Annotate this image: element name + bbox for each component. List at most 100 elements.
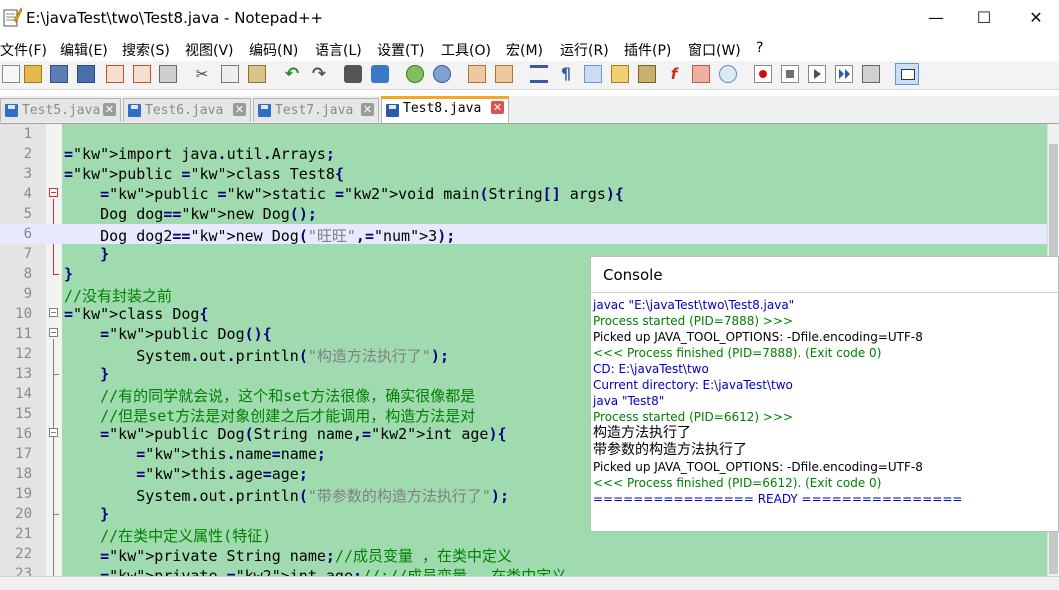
code-text: ="kw">public ="kw">static ="kw2">void ma… (100, 185, 624, 203)
tab-label: Test6.java (145, 103, 224, 118)
console-panel: Console javac "E:\javaTest\two\Test8.jav… (590, 256, 1059, 532)
save-all-icon[interactable] (77, 65, 95, 83)
tab-test5[interactable]: Test5.java ✕ (0, 98, 121, 122)
minimize-button[interactable]: — (913, 0, 959, 36)
stop-macro-icon[interactable] (781, 65, 799, 83)
tab-label: Test7.java (275, 103, 354, 118)
menu-plugins[interactable]: 插件(P) (624, 40, 671, 60)
close-button[interactable]: ✕ (1013, 0, 1059, 36)
console-title: Console (603, 266, 663, 284)
tab-close-icon[interactable]: ✕ (361, 103, 374, 116)
code-line[interactable]: 4 ="kw">public ="kw">static ="kw2">void … (0, 184, 1047, 204)
tab-test6[interactable]: Test6.java ✕ (123, 98, 251, 122)
redo-icon[interactable]: ↷ (310, 65, 328, 83)
tab-close-icon[interactable]: ✕ (233, 103, 246, 116)
tab-test8[interactable]: Test8.java ✕ (381, 96, 509, 123)
fold-toggle-icon[interactable] (49, 428, 58, 437)
menu-language[interactable]: 语言(L) (315, 40, 362, 60)
code-line[interactable]: 1 (0, 124, 1047, 144)
run-macro-multiple-icon[interactable] (835, 65, 853, 83)
word-wrap-icon[interactable] (530, 65, 548, 83)
tab-close-icon[interactable]: ✕ (103, 103, 116, 116)
maximize-button[interactable]: ☐ (961, 0, 1007, 36)
console-output[interactable]: javac "E:\javaTest\two\Test8.java" Proces… (593, 297, 1058, 507)
sync-vertical-icon[interactable] (468, 65, 486, 83)
menu-edit[interactable]: 编辑(E) (60, 40, 108, 60)
show-all-chars-icon[interactable]: ¶ (557, 65, 575, 83)
menu-macro[interactable]: 宏(M) (506, 40, 543, 60)
console-line: Picked up JAVA_TOOL_OPTIONS: -Dfile.enco… (593, 460, 923, 474)
print-icon[interactable] (159, 65, 177, 83)
code-text: //但是set方法是对象创建之后才能调用，构造方法是对 (100, 407, 476, 425)
fold-toggle-icon[interactable] (49, 328, 58, 337)
code-text: System.out.println("构造方法执行了"); (64, 347, 449, 365)
replace-icon[interactable] (371, 65, 389, 83)
line-number: 12 (15, 346, 32, 362)
console-line: CD: E:\javaTest\two (593, 362, 709, 376)
fold-toggle-icon[interactable] (49, 188, 58, 197)
line-number: 23 (15, 566, 32, 576)
save-macro-icon[interactable] (862, 65, 880, 83)
code-text: ="kw">class Dog{ (64, 305, 209, 323)
line-number: 13 (15, 366, 32, 382)
close-icon[interactable] (106, 65, 124, 83)
indent-guide-icon[interactable] (584, 65, 602, 83)
menu-view[interactable]: 视图(V) (185, 40, 234, 60)
menu-run[interactable]: 运行(R) (560, 40, 609, 60)
code-line[interactable]: 23 ="kw">private ="kw2">int age;//://成员变… (0, 564, 1047, 576)
console-line: <<< Process finished (PID=7888). (Exit c… (593, 346, 882, 360)
line-number: 22 (15, 546, 32, 562)
tab-test7[interactable]: Test7.java ✕ (253, 98, 379, 122)
doc-map-icon[interactable] (638, 65, 656, 83)
horizontal-scrollbar[interactable] (0, 576, 1059, 590)
console-line: Process started (PID=6612) >>> (593, 410, 794, 424)
undo-icon[interactable]: ↶ (283, 65, 301, 83)
code-line[interactable]: 5 Dog dog=="kw">new Dog(); (0, 204, 1047, 224)
close-all-icon[interactable] (133, 65, 151, 83)
sync-horizontal-icon[interactable] (495, 65, 513, 83)
menu-window[interactable]: 窗口(W) (688, 40, 741, 60)
code-text: ="kw">private ="kw2">int age;//://成员变量 ，… (100, 567, 567, 576)
tab-label: Test8.java (403, 101, 482, 116)
paste-icon[interactable] (248, 65, 266, 83)
code-text: ="kw">private String name;//成员变量 ，在类中定义 (100, 547, 513, 565)
menu-help[interactable]: ? (756, 40, 763, 56)
folder-workspace-icon[interactable] (692, 65, 710, 83)
save-icon[interactable] (50, 65, 68, 83)
menu-encoding[interactable]: 编码(N) (249, 40, 298, 60)
line-number: 19 (15, 486, 32, 502)
monitor-icon[interactable] (719, 65, 737, 83)
fold-toggle-icon[interactable] (49, 308, 58, 317)
menu-search[interactable]: 搜索(S) (122, 40, 170, 60)
zoom-out-icon[interactable] (433, 65, 451, 83)
code-text: Dog dog=="kw">new Dog(); (64, 205, 317, 223)
zoom-in-icon[interactable] (406, 65, 424, 83)
menu-file[interactable]: 文件(F) (0, 40, 47, 60)
line-number: 20 (15, 506, 32, 522)
menu-settings[interactable]: 设置(T) (377, 40, 424, 60)
open-file-icon[interactable] (24, 65, 42, 83)
code-line[interactable]: 2 ="kw">import java.util.Arrays; (0, 144, 1047, 164)
copy-icon[interactable] (221, 65, 239, 83)
code-line[interactable]: 3 ="kw">public ="kw">class Test8{ (0, 164, 1047, 184)
record-macro-icon[interactable] (754, 65, 772, 83)
console-icon[interactable] (895, 63, 919, 85)
line-number: 17 (15, 446, 32, 462)
menu-bar: 文件(F) 编辑(E) 搜索(S) 视图(V) 编码(N) 语言(L) 设置(T… (0, 37, 1059, 61)
find-icon[interactable] (344, 65, 362, 83)
function-list-icon[interactable]: f (665, 65, 683, 83)
window-title: E:\javaTest\two\Test8.java - Notepad++ (26, 9, 324, 27)
tab-close-icon[interactable]: ✕ (491, 101, 504, 114)
new-file-icon[interactable] (2, 65, 20, 83)
line-number: 18 (15, 466, 32, 482)
user-lang-icon[interactable] (611, 65, 629, 83)
code-text: ="kw">public Dog(){ (100, 325, 272, 343)
cut-icon[interactable]: ✂ (193, 65, 211, 83)
menu-tools[interactable]: 工具(O) (441, 40, 491, 60)
toolbar: ✂ ↶ ↷ ¶ f (0, 61, 1059, 90)
code-line[interactable]: 22 ="kw">private String name;//成员变量 ，在类中… (0, 544, 1047, 565)
tab-label: Test5.java (22, 103, 101, 118)
code-line[interactable]: 6 Dog dog2=="kw">new Dog("旺旺",="num">3); (0, 224, 1047, 245)
line-number: 7 (23, 246, 32, 262)
play-macro-icon[interactable] (808, 65, 826, 83)
